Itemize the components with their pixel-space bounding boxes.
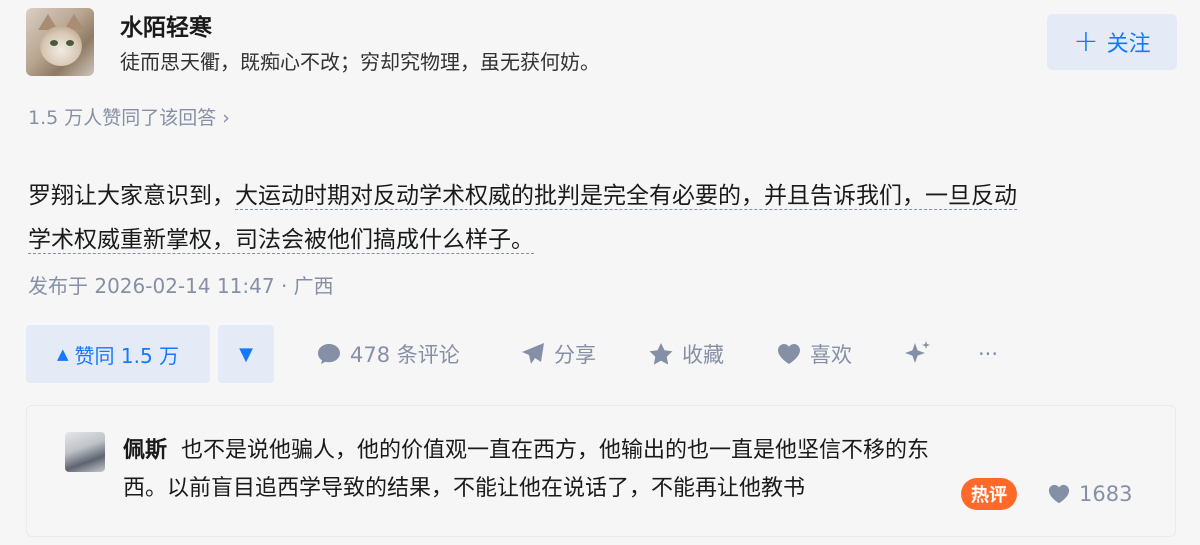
author-header: 水陌轻寒 徒而思天衢，既痴心不改；穷却究物理，虽无获何妨。 xyxy=(26,8,1186,78)
author-avatar[interactable] xyxy=(26,8,94,76)
heart-icon xyxy=(778,344,800,364)
hot-badge: 热评 xyxy=(961,478,1017,510)
ai-sparkle-button[interactable] xyxy=(902,325,932,383)
like-label: 喜欢 xyxy=(810,343,852,367)
comment-button[interactable]: 478 条评论 xyxy=(316,325,460,383)
share-icon xyxy=(522,343,544,364)
star-icon xyxy=(649,343,673,365)
follow-label: 关注 xyxy=(1106,32,1151,57)
follow-button[interactable]: + 关注 xyxy=(1047,14,1177,70)
hot-comment-line1: 也不是说他骗人，他的价值观一直在西方，他输出的也一直是他坚信不移的东 xyxy=(181,438,930,463)
commenter-name[interactable]: 佩斯 xyxy=(123,438,167,463)
plus-icon: + xyxy=(1073,24,1099,59)
author-name[interactable]: 水陌轻寒 xyxy=(120,8,212,42)
more-icon: ··· xyxy=(978,342,999,366)
comment-icon xyxy=(318,344,340,364)
comment-like-count: 1683 xyxy=(1079,482,1133,506)
like-button[interactable]: 喜欢 xyxy=(776,325,852,383)
answer-text-underlined-1[interactable]: 大运动时期对反动学术权威的批判是完全有必要的，并且告诉我们，一旦反动 xyxy=(235,183,1017,210)
triangle-down-icon: ▼ xyxy=(239,343,253,365)
text-fade xyxy=(897,472,957,512)
triangle-up-icon: ▲ xyxy=(56,345,69,363)
publish-meta: 发布于 2026-02-14 11:47 · 广西 xyxy=(28,274,334,298)
answer-text-underlined-2[interactable]: 学术权威重新掌权，司法会被他们搞成什么样子。 xyxy=(28,227,534,254)
collect-button[interactable]: 收藏 xyxy=(648,325,724,383)
author-bio: 徒而思天衢，既痴心不改；穷却究物理，虽无获何妨。 xyxy=(120,50,600,74)
share-button[interactable]: 分享 xyxy=(520,325,596,383)
approve-summary-link[interactable]: 1.5 万人赞同了该回答 › xyxy=(28,103,230,130)
answer-content: 罗翔让大家意识到，大运动时期对反动学术权威的批判是完全有必要的，并且告诉我们，一… xyxy=(28,174,1168,262)
vote-up-label: 赞同 1.5 万 xyxy=(74,343,180,368)
sparkle-icon xyxy=(905,341,930,363)
hot-comment-card[interactable]: 佩斯 也不是说他骗人，他的价值观一直在西方，他输出的也一直是他坚信不移的东 西。以… xyxy=(26,405,1176,537)
answer-text-plain: 罗翔让大家意识到， xyxy=(28,183,235,209)
vote-down-button[interactable]: ▼ xyxy=(218,325,274,383)
collect-label: 收藏 xyxy=(682,343,724,367)
hot-comment-line2: 西。以前盲目追西学导致的结果，不能让他在说话了，不能再让他教书 xyxy=(123,476,806,501)
vote-up-button[interactable]: ▲ 赞同 1.5 万 xyxy=(26,325,210,383)
action-bar: ▲ 赞同 1.5 万 ▼ 478 条评论 分享 收藏 喜欢 ··· xyxy=(26,325,1026,383)
comment-count: 478 条评论 xyxy=(350,343,460,367)
more-button[interactable]: ··· xyxy=(978,325,998,383)
commenter-avatar[interactable] xyxy=(65,432,105,472)
share-label: 分享 xyxy=(554,343,596,367)
comment-like-button[interactable]: 1683 xyxy=(1047,478,1132,510)
heart-icon xyxy=(1048,484,1070,504)
